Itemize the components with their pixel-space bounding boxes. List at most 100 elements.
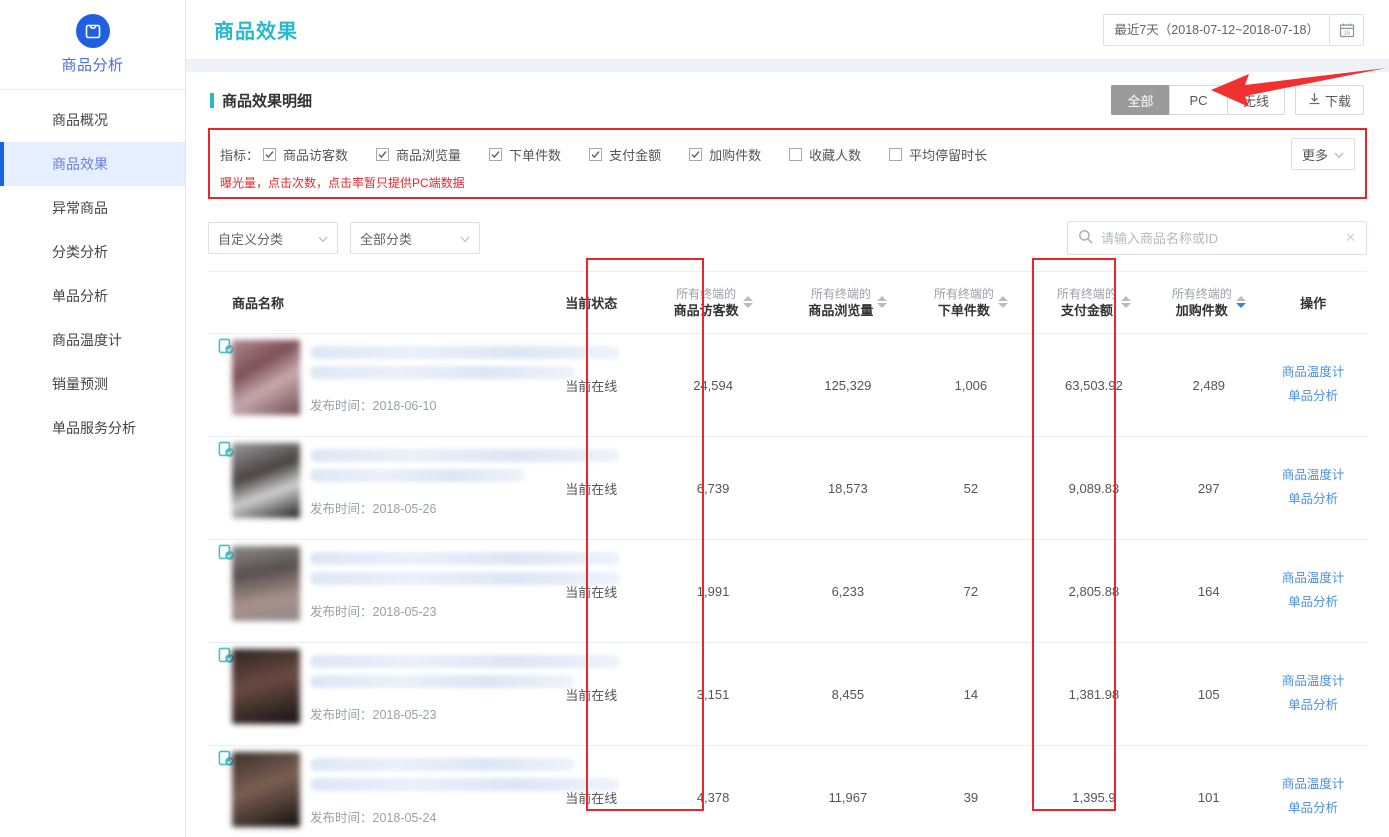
sidebar-item-service-analysis[interactable]: 单品服务分析 [0,406,185,450]
product-thumbnail [232,443,300,518]
cell-payment: 1,395.9 [1029,745,1159,837]
table-row[interactable]: 发布时间：2018-06-10 当前在线 24,594 125,329 1,00… [208,333,1367,437]
column-header-pageviews[interactable]: 所有终端的 商品浏览量 [783,271,913,334]
segment-wireless[interactable]: 无线 [1226,85,1285,115]
product-name-redacted [310,449,620,462]
product-meta: 发布时间：2018-05-26 [300,437,620,517]
sort-toggle-icon[interactable] [997,296,1008,309]
checkbox-checked-icon [263,147,277,161]
cell-pageviews: 125,329 [783,333,913,437]
op-link-thermometer[interactable]: 商品温度计 [1259,361,1367,385]
cell-orders: 52 [912,436,1030,540]
main-content: 商品效果 最近7天（2018-07-12~2018-07-18） 15 商品效果… [186,0,1389,837]
sidebar-item-label: 商品概况 [52,112,108,128]
metric-checkbox-favorites[interactable]: 收藏人数 [789,145,861,164]
cell-cart: 164 [1158,539,1260,643]
cell-payment: 9,089.83 [1029,436,1159,540]
table-row[interactable]: 发布时间：2018-05-24 当前在线 4,378 11,967 39 1,3… [208,745,1367,837]
sidebar-item-abnormal[interactable]: 异常商品 [0,186,185,230]
custom-category-select[interactable]: 自定义分类 [208,222,338,254]
op-link-single-analysis[interactable]: 单品分析 [1259,591,1367,615]
column-sub-label: 所有终端的 [676,286,737,301]
cell-product: 发布时间：2018-05-26 [208,436,620,540]
sidebar-item-thermometer[interactable]: 商品温度计 [0,318,185,362]
product-thumbnail [232,340,300,415]
op-link-thermometer[interactable]: 商品温度计 [1259,670,1367,694]
cell-operations: 商品温度计 单品分析 [1259,333,1367,437]
sidebar-item-sales-forecast[interactable]: 销量预测 [0,362,185,406]
table-header-row: 商品名称 当前状态 所有终端的 商品访客数 所有终端的 商品浏览量 所有终端的 … [208,271,1367,334]
cell-orders: 1,006 [912,333,1030,437]
product-effect-table: 商品名称 当前状态 所有终端的 商品访客数 所有终端的 商品浏览量 所有终端的 … [208,271,1367,837]
cell-payment: 63,503.92 [1029,333,1159,437]
cell-payment: 2,805.88 [1029,539,1159,643]
clear-x-icon[interactable]: ✕ [1339,230,1356,246]
sort-toggle-icon[interactable] [877,296,888,309]
table-row[interactable]: 发布时间：2018-05-23 当前在线 1,991 6,233 72 2,80… [208,539,1367,643]
all-category-select[interactable]: 全部分类 [350,222,480,254]
download-button[interactable]: 下载 [1294,85,1364,115]
filter-row: 自定义分类 全部分类 ✕ [208,221,1367,271]
metric-checkbox-pageviews[interactable]: 商品浏览量 [376,145,461,164]
table-body: 发布时间：2018-06-10 当前在线 24,594 125,329 1,00… [208,333,1367,837]
sidebar-item-overview[interactable]: 商品概况 [0,98,185,142]
op-link-thermometer[interactable]: 商品温度计 [1259,567,1367,591]
metric-label: 支付金额 [609,147,662,163]
column-header-payment[interactable]: 所有终端的 支付金额 [1029,271,1159,334]
cell-operations: 商品温度计 单品分析 [1259,539,1367,643]
metrics-note: 曝光量，点击次数，点击率暂只提供PC端数据 [220,176,465,190]
column-header-operations: 操作 [1259,271,1367,334]
product-publish-time: 发布时间：2018-05-26 [310,502,437,516]
cell-cart: 101 [1158,745,1260,837]
sidebar: 商品分析 商品概况 商品效果 异常商品 分类分析 单品分析 商品温度计 销量预测… [0,0,186,837]
more-metrics-button[interactable]: 更多 [1290,138,1355,170]
op-link-single-analysis[interactable]: 单品分析 [1259,385,1367,409]
table-row[interactable]: 发布时间：2018-05-26 当前在线 6,739 18,573 52 9,0… [208,436,1367,540]
product-thumbnail [232,649,300,724]
metric-checkbox-payment[interactable]: 支付金额 [589,145,661,164]
product-info: 发布时间：2018-05-23 [208,643,620,745]
sort-toggle-icon[interactable] [742,296,753,309]
segment-pc[interactable]: PC [1168,85,1227,115]
panel-toolbar: 全部 PC 无线 下载 [1110,85,1364,115]
op-link-single-analysis[interactable]: 单品分析 [1259,488,1367,512]
column-main-label: 商品访客数 [673,302,739,318]
sort-toggle-icon[interactable] [1120,296,1131,309]
metric-label: 加购件数 [709,147,762,163]
metric-checkbox-visitors[interactable]: 商品访客数 [263,145,348,164]
segment-all[interactable]: 全部 [1110,85,1169,115]
cell-operations: 商品温度计 单品分析 [1259,642,1367,746]
column-sub-label: 所有终端的 [810,286,871,301]
cell-operations: 商品温度计 单品分析 [1259,436,1367,540]
sidebar-item-category-analysis[interactable]: 分类分析 [0,230,185,274]
op-link-single-analysis[interactable]: 单品分析 [1259,797,1367,821]
checkbox-checked-icon [589,147,603,161]
table-row[interactable]: 发布时间：2018-05-23 当前在线 3,151 8,455 14 1,38… [208,642,1367,746]
metric-checkbox-cart[interactable]: 加购件数 [689,145,761,164]
sort-toggle-icon-active[interactable] [1235,296,1246,309]
calendar-icon[interactable]: 15 [1329,14,1363,45]
sidebar-item-single-analysis[interactable]: 单品分析 [0,274,185,318]
detail-panel: 商品效果明细 全部 PC 无线 下载 指标： 商品访客数 商品浏览量 下单件数 … [186,72,1389,837]
terminal-segmented-control: 全部 PC 无线 [1110,85,1285,115]
search-input[interactable] [1093,229,1340,247]
product-thumbnail [232,752,300,827]
metric-checkbox-avg-stay[interactable]: 平均停留时长 [889,145,987,164]
product-name-redacted [310,366,575,379]
search-box[interactable]: ✕ [1067,221,1367,255]
product-name-redacted [310,469,525,482]
cell-cart: 2,489 [1158,333,1260,437]
cell-product: 发布时间：2018-05-23 [208,539,620,643]
column-header-cart[interactable]: 所有终端的 加购件数 [1158,271,1260,334]
page-header: 商品效果 最近7天（2018-07-12~2018-07-18） 15 [186,0,1389,60]
column-main-label: 商品浏览量 [808,302,874,318]
sidebar-item-effect[interactable]: 商品效果 [0,142,185,186]
product-meta: 发布时间：2018-05-24 [300,746,620,826]
op-link-single-analysis[interactable]: 单品分析 [1259,694,1367,718]
op-link-thermometer[interactable]: 商品温度计 [1259,773,1367,797]
column-header-visitors[interactable]: 所有终端的 商品访客数 [642,271,784,334]
metric-checkbox-orders[interactable]: 下单件数 [489,145,561,164]
column-header-orders[interactable]: 所有终端的 下单件数 [912,271,1030,334]
date-range-picker[interactable]: 最近7天（2018-07-12~2018-07-18） 15 [1103,13,1364,46]
op-link-thermometer[interactable]: 商品温度计 [1259,464,1367,488]
